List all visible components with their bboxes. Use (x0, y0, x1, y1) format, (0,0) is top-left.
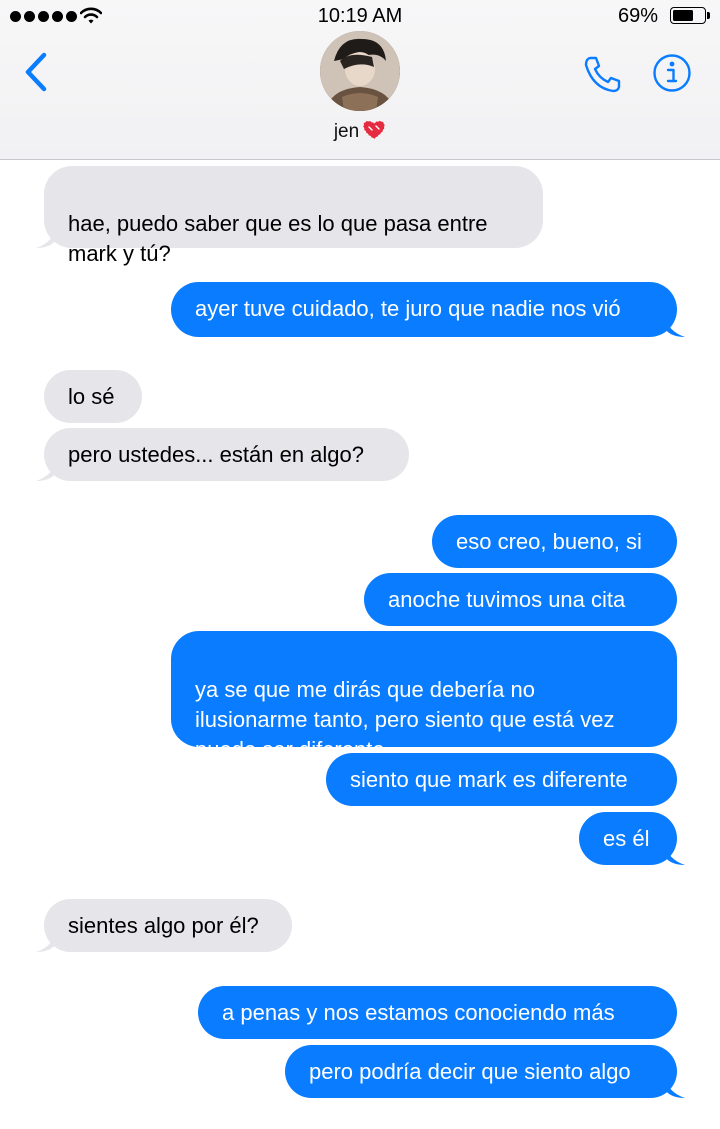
battery-icon (670, 7, 710, 24)
message-bubble-incoming[interactable]: pero ustedes... están en algo? (36, 428, 409, 481)
status-bar: 10:19 AM 69% (0, 0, 720, 34)
phone-icon (584, 56, 621, 93)
message-text: ya se que me dirás que debería no ilusio… (195, 677, 615, 762)
message-bubble-outgoing[interactable]: anoche tuvimos una cita (364, 573, 677, 626)
message-bubble-outgoing[interactable]: a penas y nos estamos conociendo más (198, 986, 677, 1039)
message-text: es él (603, 826, 650, 851)
message-text: hae, puedo saber que es lo que pasa entr… (68, 211, 488, 266)
message-text: ayer tuve cuidado, te juro que nadie nos… (195, 296, 621, 321)
battery-level-fill (673, 10, 693, 21)
message-text: pero ustedes... están en algo? (68, 442, 364, 467)
heart-emoji-icon (363, 120, 386, 140)
message-text: sientes algo por él? (68, 913, 259, 938)
message-bubble-incoming[interactable]: sientes algo por él? (36, 899, 292, 952)
message-text: siento que mark es diferente (350, 767, 628, 792)
message-text: lo sé (68, 384, 115, 409)
info-icon (653, 54, 691, 92)
info-button[interactable] (652, 53, 692, 93)
message-text: pero podría decir que siento algo (309, 1059, 631, 1084)
conversation-header: 10:19 AM 69% jen (0, 0, 720, 160)
battery-percentage: 69% (617, 5, 658, 27)
contact-name-label: jen (333, 121, 360, 142)
contact-avatar[interactable] (320, 31, 400, 111)
message-text: a penas y nos estamos conociendo más (222, 1000, 615, 1025)
message-text: anoche tuvimos una cita (388, 587, 626, 612)
message-bubble-incoming[interactable]: hae, puedo saber que es lo que pasa entr… (36, 166, 543, 266)
chevron-left-icon (25, 52, 47, 92)
avatar-photo (320, 31, 400, 111)
message-bubble-outgoing[interactable]: ya se que me dirás que debería no ilusio… (171, 631, 677, 762)
message-bubble-outgoing[interactable]: pero podría decir que siento algo (285, 1045, 685, 1098)
status-time: 10:19 AM (317, 5, 403, 27)
phone-call-button[interactable] (580, 54, 624, 94)
message-bubble-incoming[interactable]: lo sé (44, 370, 142, 423)
message-text: eso creo, bueno, si (456, 529, 642, 554)
message-bubble-outgoing[interactable]: eso creo, bueno, si (432, 515, 677, 568)
message-bubble-outgoing[interactable]: ayer tuve cuidado, te juro que nadie nos… (171, 282, 685, 337)
contact-name[interactable]: jen (310, 118, 410, 143)
back-button[interactable] (20, 52, 56, 92)
message-bubble-outgoing[interactable]: siento que mark es diferente (326, 753, 677, 806)
message-bubble-outgoing[interactable]: es él (579, 812, 685, 865)
